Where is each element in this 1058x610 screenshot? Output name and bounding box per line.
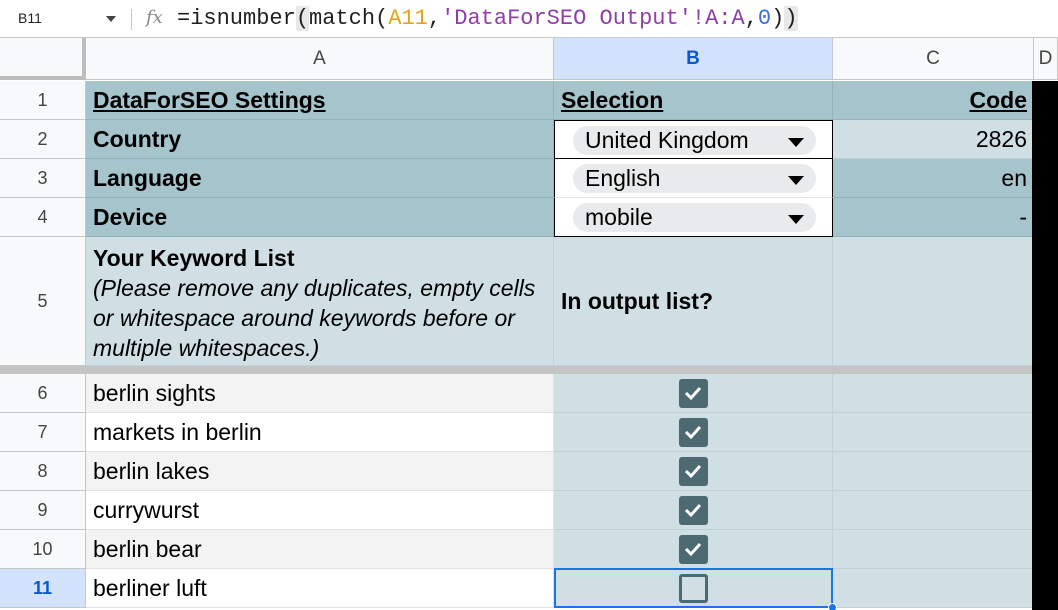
device-code-cell[interactable]: -	[833, 198, 1033, 237]
row-header-10[interactable]: 10	[0, 530, 86, 569]
column-header-a[interactable]: A	[86, 38, 554, 80]
formula-input[interactable]: =isnumber(match(A11,'DataForSEO Output'!…	[177, 6, 798, 31]
keyword-cell[interactable]: berliner luft	[86, 569, 554, 608]
formula-range-string: 'DataForSEO Output'!A:A	[441, 6, 745, 31]
formula-paren-close: )	[771, 6, 785, 31]
country-code-cell[interactable]: 2826	[833, 120, 1033, 159]
checkbox-checked[interactable]	[678, 417, 708, 447]
code-header-cell[interactable]: Code	[833, 81, 1033, 120]
device-dropdown-value: mobile	[585, 204, 653, 230]
output-list-header-cell[interactable]: In output list?	[554, 237, 833, 366]
column-header-b[interactable]: B	[554, 38, 833, 80]
formula-paren-close: )	[784, 6, 798, 31]
row-header-1[interactable]: 1	[0, 81, 86, 120]
empty-cell[interactable]	[833, 452, 1033, 491]
empty-cell[interactable]	[833, 374, 1033, 413]
formula-bar-divider	[131, 9, 132, 30]
country-dropdown-value: United Kingdom	[585, 127, 749, 153]
check-icon	[684, 542, 702, 557]
row-header-3[interactable]: 3	[0, 159, 86, 198]
active-cell-selection	[554, 568, 833, 608]
frozen-rows-divider[interactable]	[0, 366, 1058, 374]
in-output-cell[interactable]	[554, 374, 833, 413]
check-icon	[684, 503, 702, 518]
formula-fn-match: match(	[309, 6, 389, 31]
formula-paren-open: (	[295, 6, 310, 31]
language-dropdown[interactable]: English	[573, 164, 816, 193]
country-dropdown[interactable]: United Kingdom	[573, 126, 816, 155]
formula-fn: =isnumber	[177, 6, 296, 31]
keyword-cell[interactable]: berlin sights	[86, 374, 554, 413]
row-header-4[interactable]: 4	[0, 198, 86, 237]
dropdown-arrow-icon[interactable]	[788, 215, 804, 224]
device-dropdown-cell[interactable]: mobile	[554, 198, 833, 237]
row-header-6[interactable]: 6	[0, 374, 86, 413]
keyword-list-note: (Please remove any duplicates, empty cel…	[93, 275, 536, 361]
check-icon	[684, 425, 702, 440]
name-box[interactable]: B11	[18, 10, 42, 26]
row-header-11[interactable]: 11	[0, 569, 86, 608]
row-header-5[interactable]: 5	[0, 237, 86, 366]
in-output-cell[interactable]	[554, 530, 833, 569]
dropdown-arrow-icon[interactable]	[788, 176, 804, 185]
empty-cell[interactable]	[833, 569, 1033, 608]
fill-handle[interactable]	[828, 603, 837, 610]
checkbox-checked[interactable]	[678, 495, 708, 525]
select-all-corner[interactable]	[0, 38, 86, 80]
fx-icon: fx	[146, 7, 163, 28]
device-dropdown[interactable]: mobile	[573, 203, 816, 232]
keyword-cell[interactable]: berlin lakes	[86, 452, 554, 491]
in-output-cell[interactable]	[554, 491, 833, 530]
empty-cell[interactable]	[833, 530, 1033, 569]
column-header-d[interactable]: D	[1034, 38, 1058, 80]
device-label-cell[interactable]: Device	[86, 198, 554, 237]
empty-cell[interactable]	[833, 237, 1033, 366]
name-box-dropdown-icon[interactable]	[106, 16, 116, 22]
selection-header-cell[interactable]: Selection	[554, 81, 833, 120]
row-header-7[interactable]: 7	[0, 413, 86, 452]
language-dropdown-value: English	[585, 165, 661, 191]
country-dropdown-cell[interactable]: United Kingdom	[554, 120, 833, 159]
formula-cell-ref: A11	[388, 6, 428, 31]
column-d-fill	[1032, 81, 1058, 610]
formula-comma: ,	[744, 6, 758, 31]
empty-cell[interactable]	[833, 491, 1033, 530]
empty-cell[interactable]	[833, 413, 1033, 452]
keyword-list-title: Your Keyword List	[93, 245, 295, 271]
checkbox-checked[interactable]	[678, 534, 708, 564]
formula-number: 0	[757, 6, 772, 31]
row-header-8[interactable]: 8	[0, 452, 86, 491]
formula-comma: ,	[427, 6, 442, 31]
keyword-cell[interactable]: markets in berlin	[86, 413, 554, 452]
language-dropdown-cell[interactable]: English	[554, 159, 833, 198]
check-icon	[684, 386, 702, 401]
dropdown-arrow-icon[interactable]	[788, 138, 804, 147]
country-label-cell[interactable]: Country	[86, 120, 554, 159]
row-header-9[interactable]: 9	[0, 491, 86, 530]
check-icon	[684, 464, 702, 479]
keyword-cell[interactable]: currywurst	[86, 491, 554, 530]
keyword-cell[interactable]: berlin bear	[86, 530, 554, 569]
checkbox-checked[interactable]	[678, 456, 708, 486]
settings-title-cell[interactable]: DataForSEO Settings	[86, 81, 554, 120]
keyword-list-header-cell[interactable]: Your Keyword List (Please remove any dup…	[86, 237, 554, 366]
row-header-2[interactable]: 2	[0, 120, 86, 159]
column-header-c[interactable]: C	[833, 38, 1034, 80]
language-code-cell[interactable]: en	[833, 159, 1033, 198]
checkbox-checked[interactable]	[678, 378, 708, 408]
in-output-cell[interactable]	[554, 452, 833, 491]
in-output-cell[interactable]	[554, 413, 833, 452]
formula-bar: B11 fx =isnumber(match(A11,'DataForSEO O…	[0, 0, 1058, 38]
language-label-cell[interactable]: Language	[86, 159, 554, 198]
